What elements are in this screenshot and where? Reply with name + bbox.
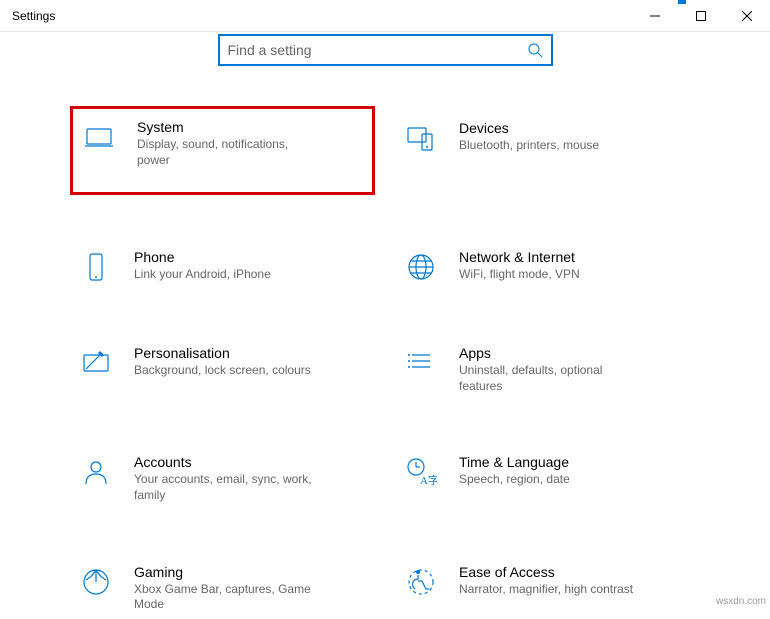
settings-grid: System Display, sound, notifications, po… <box>0 66 770 619</box>
tile-ease[interactable]: Ease of Access Narrator, magnifier, high… <box>395 558 700 619</box>
tile-title: Ease of Access <box>459 564 633 580</box>
tile-accounts[interactable]: Accounts Your accounts, email, sync, wor… <box>70 448 375 509</box>
maximize-button[interactable] <box>678 0 724 31</box>
accent-bar <box>678 0 686 4</box>
watermark: wsxdn.com <box>716 596 766 607</box>
gaming-icon <box>78 564 114 600</box>
tile-title: Network & Internet <box>459 249 580 265</box>
tile-title: System <box>137 119 317 135</box>
tile-title: Apps <box>459 345 639 361</box>
tile-desc: Your accounts, email, sync, work, family <box>134 472 314 503</box>
tile-desc: WiFi, flight mode, VPN <box>459 267 580 283</box>
network-icon <box>403 249 439 285</box>
accounts-icon <box>78 454 114 490</box>
window-controls <box>632 0 770 31</box>
search-icon <box>527 42 543 58</box>
tile-title: Time & Language <box>459 454 570 470</box>
maximize-icon <box>696 11 706 21</box>
tile-desc: Display, sound, notifications, power <box>137 137 317 168</box>
tile-apps[interactable]: Apps Uninstall, defaults, optional featu… <box>395 339 700 400</box>
settings-home: System Display, sound, notifications, po… <box>0 34 770 619</box>
search-box[interactable] <box>218 34 553 66</box>
tile-title: Personalisation <box>134 345 311 361</box>
devices-icon <box>403 120 439 156</box>
personalisation-icon <box>78 345 114 381</box>
tile-desc: Background, lock screen, colours <box>134 363 311 379</box>
close-icon <box>742 11 752 21</box>
titlebar: Settings <box>0 0 770 32</box>
tile-desc: Bluetooth, printers, mouse <box>459 138 599 154</box>
ease-of-access-icon <box>403 564 439 600</box>
tile-network[interactable]: Network & Internet WiFi, flight mode, VP… <box>395 243 700 291</box>
time-language-icon: A字 <box>403 454 439 490</box>
tile-devices[interactable]: Devices Bluetooth, printers, mouse <box>395 114 700 195</box>
window-title: Settings <box>12 9 55 23</box>
phone-icon <box>78 249 114 285</box>
tile-personalisation[interactable]: Personalisation Background, lock screen,… <box>70 339 375 400</box>
tile-title: Phone <box>134 249 271 265</box>
search-container <box>0 34 770 66</box>
tile-phone[interactable]: Phone Link your Android, iPhone <box>70 243 375 291</box>
tile-title: Accounts <box>134 454 314 470</box>
apps-icon <box>403 345 439 381</box>
tile-desc: Link your Android, iPhone <box>134 267 271 283</box>
tile-desc: Uninstall, defaults, optional features <box>459 363 639 394</box>
tile-time[interactable]: A字 Time & Language Speech, region, date <box>395 448 700 509</box>
svg-text:A字: A字 <box>420 473 437 487</box>
minimize-button[interactable] <box>632 0 678 31</box>
tile-gaming[interactable]: Gaming Xbox Game Bar, captures, Game Mod… <box>70 558 375 619</box>
system-icon <box>81 119 117 155</box>
tile-system[interactable]: System Display, sound, notifications, po… <box>70 106 375 195</box>
tile-desc: Xbox Game Bar, captures, Game Mode <box>134 582 314 613</box>
tile-desc: Speech, region, date <box>459 472 570 488</box>
search-input[interactable] <box>228 42 527 58</box>
tile-title: Gaming <box>134 564 314 580</box>
minimize-icon <box>650 11 660 21</box>
tile-title: Devices <box>459 120 599 136</box>
tile-desc: Narrator, magnifier, high contrast <box>459 582 633 598</box>
close-button[interactable] <box>724 0 770 31</box>
